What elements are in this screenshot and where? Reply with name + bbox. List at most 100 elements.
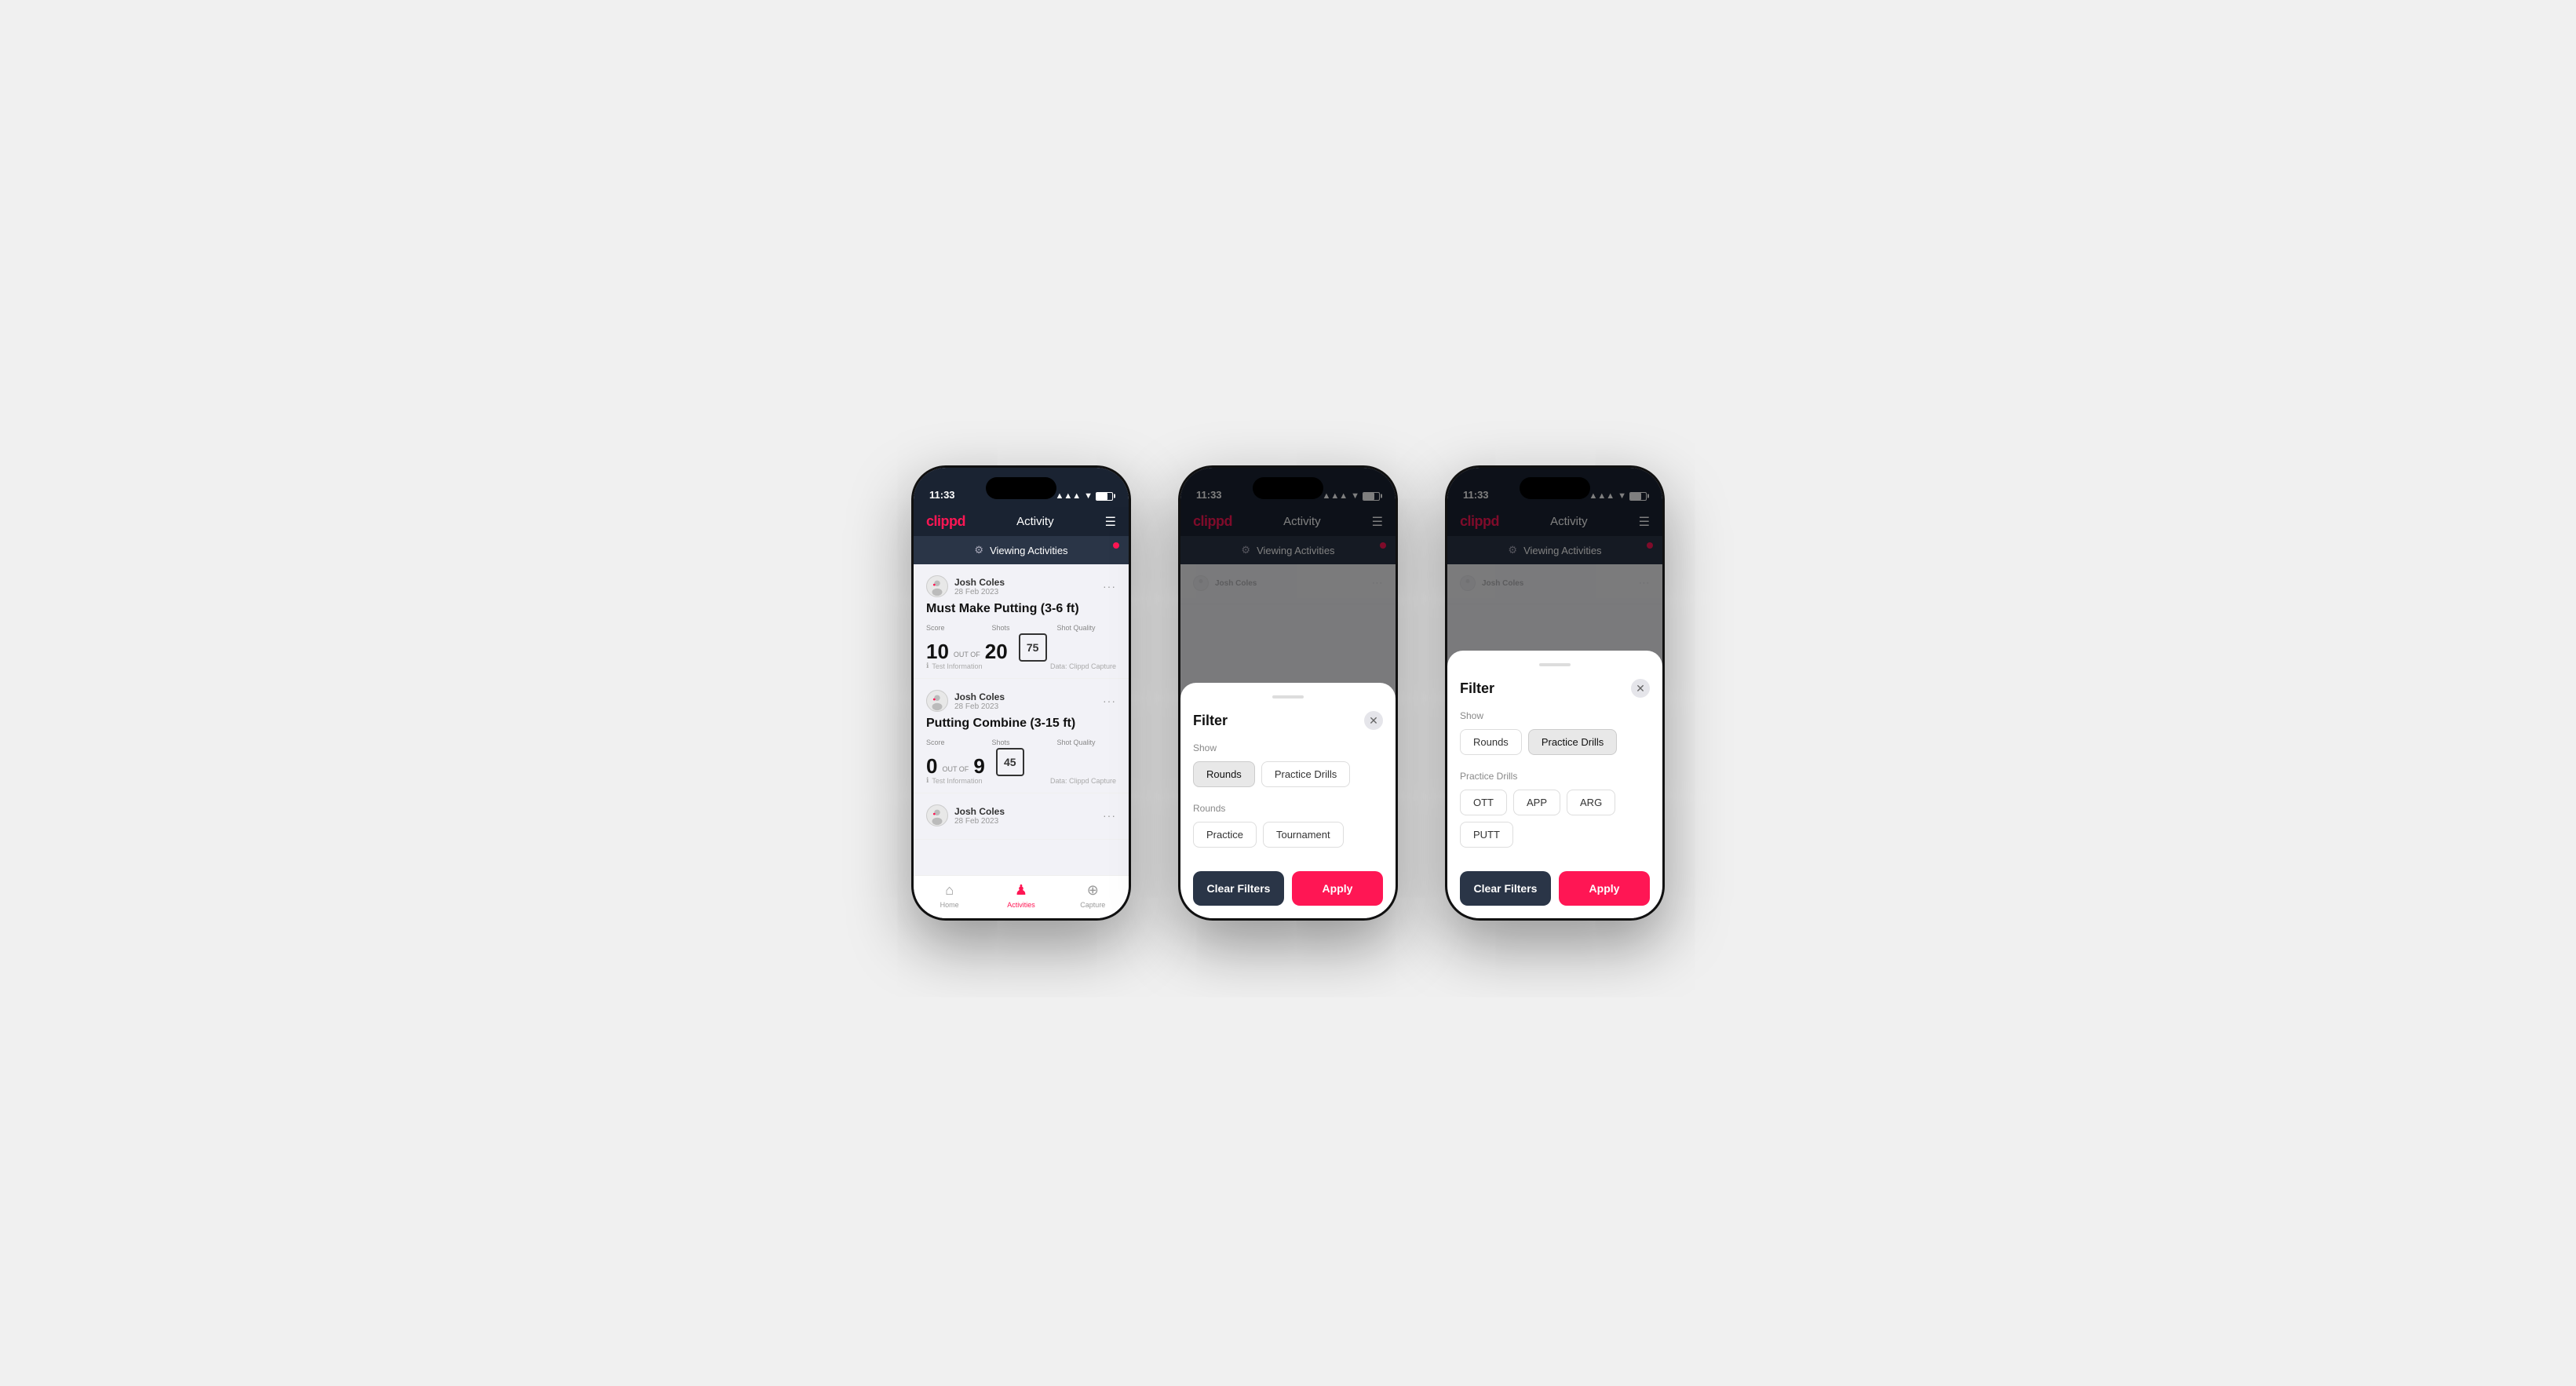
clear-btn-3[interactable]: Clear Filters xyxy=(1460,871,1551,906)
stat-labels-1: Score Shots Shot Quality xyxy=(926,624,1116,632)
activity-title-1: Must Make Putting (3-6 ft) xyxy=(926,602,1116,616)
practice-section-3: Practice Drills OTT APP ARG PUTT xyxy=(1460,771,1650,848)
more-dots-1[interactable]: ··· xyxy=(1103,580,1116,593)
rounds-buttons-2: Practice Tournament xyxy=(1193,822,1383,848)
show-label-3: Show xyxy=(1460,710,1650,721)
filter-actions-3: Clear Filters Apply xyxy=(1460,871,1650,906)
phones-container: 11:33 ▲▲▲ ▼ clippd Activity ☰ xyxy=(911,465,1665,921)
dynamic-island-2 xyxy=(1253,477,1323,499)
screen-2: 11:33 ▲▲▲ ▼ clippd Activity ☰ ⚙ Vi xyxy=(1180,468,1396,918)
show-buttons-3: Rounds Practice Drills xyxy=(1460,729,1650,755)
activity-header-2: Josh Coles 28 Feb 2023 ··· xyxy=(926,690,1116,712)
user-date-3: 28 Feb 2023 xyxy=(954,817,1005,826)
avatar-2 xyxy=(926,690,948,712)
score-label-1: Score xyxy=(926,624,945,632)
more-dots-2[interactable]: ··· xyxy=(1103,695,1116,707)
wifi-icon-1: ▼ xyxy=(1084,491,1093,501)
clear-btn-2[interactable]: Clear Filters xyxy=(1193,871,1284,906)
sq-label-2: Shot Quality xyxy=(1057,739,1096,746)
shots-value-1: 20 xyxy=(985,641,1008,662)
activity-footer-1: ℹ Test Information Data: Clippd Capture xyxy=(926,662,1116,670)
sq-value-2: 45 xyxy=(1004,756,1016,768)
screen-1: 11:33 ▲▲▲ ▼ clippd Activity ☰ xyxy=(914,468,1129,918)
screen-content-2: clippd Activity ☰ ⚙ Viewing Activities xyxy=(1180,507,1396,918)
rounds-btn-3[interactable]: Rounds xyxy=(1460,729,1522,755)
viewing-bar-text-1: Viewing Activities xyxy=(990,545,1067,556)
activity-header-1: Josh Coles 28 Feb 2023 ··· xyxy=(926,575,1116,597)
activity-item-2: Josh Coles 28 Feb 2023 ··· Putting Combi… xyxy=(914,679,1129,793)
apply-btn-2[interactable]: Apply xyxy=(1292,871,1383,906)
filter-title-3: Filter xyxy=(1460,680,1494,697)
avatar-3 xyxy=(926,804,948,826)
hamburger-icon-1[interactable]: ☰ xyxy=(1105,514,1116,530)
arg-btn-3[interactable]: ARG xyxy=(1567,790,1615,815)
phone-3: 11:33 ▲▲▲ ▼ clippd Activity ☰ ⚙ Vi xyxy=(1445,465,1665,921)
rounds-section-2: Rounds Practice Tournament xyxy=(1193,803,1383,848)
stats-values-2: 0 OUT OF 9 45 xyxy=(926,748,1116,776)
dynamic-island-1 xyxy=(986,477,1056,499)
practice-buttons-3: OTT APP ARG PUTT xyxy=(1460,790,1650,848)
sq-value-1: 75 xyxy=(1027,641,1039,654)
user-date-2: 28 Feb 2023 xyxy=(954,702,1005,711)
drag-handle-2 xyxy=(1272,695,1304,698)
phone-2: 11:33 ▲▲▲ ▼ clippd Activity ☰ ⚙ Vi xyxy=(1178,465,1398,921)
filter-actions-2: Clear Filters Apply xyxy=(1193,871,1383,906)
sq-badge-2: 45 xyxy=(996,748,1024,776)
shots-value-2: 9 xyxy=(973,756,984,776)
user-date-1: 28 Feb 2023 xyxy=(954,588,1005,596)
app-header-1: clippd Activity ☰ xyxy=(914,507,1129,536)
apply-btn-3[interactable]: Apply xyxy=(1559,871,1650,906)
home-label-1: Home xyxy=(940,901,959,909)
sq-badge-1: 75 xyxy=(1019,633,1047,662)
shots-label-2: Shots xyxy=(992,739,1010,746)
signal-icon-1: ▲▲▲ xyxy=(1055,491,1081,501)
app-btn-3[interactable]: APP xyxy=(1513,790,1560,815)
out-of-2: OUT OF xyxy=(942,765,969,773)
filter-header-2: Filter ✕ xyxy=(1193,711,1383,730)
activity-footer-2: ℹ Test Information Data: Clippd Capture xyxy=(926,776,1116,785)
header-title-1: Activity xyxy=(1016,515,1054,528)
putt-btn-3[interactable]: PUTT xyxy=(1460,822,1513,848)
show-section-2: Show Rounds Practice Drills xyxy=(1193,742,1383,787)
status-icons-1: ▲▲▲ ▼ xyxy=(1055,491,1113,501)
capture-label-1: Capture xyxy=(1080,901,1105,909)
user-name-1: Josh Coles xyxy=(954,577,1005,588)
filter-modal-2: Filter ✕ Show Rounds Practice Drills Rou… xyxy=(1180,683,1396,918)
activity-item-1: Josh Coles 28 Feb 2023 ··· Must Make Put… xyxy=(914,564,1129,679)
screen-content-3: clippd Activity ☰ ⚙ Viewing Activities xyxy=(1447,507,1662,918)
drag-handle-3 xyxy=(1539,663,1571,666)
tab-bar-1: ⌂ Home ♟ Activities ⊕ Capture xyxy=(914,875,1129,918)
user-name-2: Josh Coles xyxy=(954,691,1005,702)
avatar-1 xyxy=(926,575,948,597)
practice-btn-2[interactable]: Practice xyxy=(1193,822,1257,848)
battery-icon-1 xyxy=(1096,492,1113,501)
filter-icon-1: ⚙ xyxy=(974,544,983,556)
viewing-bar-1[interactable]: ⚙ Viewing Activities xyxy=(914,536,1129,564)
data-source-1: Data: Clippd Capture xyxy=(1050,662,1116,670)
filter-modal-3: Filter ✕ Show Rounds Practice Drills Pra… xyxy=(1447,651,1662,918)
stat-labels-2: Score Shots Shot Quality xyxy=(926,739,1116,746)
ott-btn-3[interactable]: OTT xyxy=(1460,790,1507,815)
tab-home-1[interactable]: ⌂ Home xyxy=(914,882,985,909)
activity-list-1: Josh Coles 28 Feb 2023 ··· Must Make Put… xyxy=(914,564,1129,875)
practice-drills-btn-2[interactable]: Practice Drills xyxy=(1261,761,1350,787)
activities-label-1: Activities xyxy=(1007,901,1035,909)
tournament-btn-2[interactable]: Tournament xyxy=(1263,822,1344,848)
close-btn-3[interactable]: ✕ xyxy=(1631,679,1650,698)
more-dots-3[interactable]: ··· xyxy=(1103,809,1116,822)
out-of-1: OUT OF xyxy=(954,651,980,658)
score-value-1: 10 xyxy=(926,641,949,662)
rounds-btn-2[interactable]: Rounds xyxy=(1193,761,1255,787)
tab-activities-1[interactable]: ♟ Activities xyxy=(985,882,1056,909)
show-buttons-2: Rounds Practice Drills xyxy=(1193,761,1383,787)
dynamic-island-3 xyxy=(1520,477,1590,499)
test-info-1: ℹ Test Information xyxy=(926,662,982,670)
tab-capture-1[interactable]: ⊕ Capture xyxy=(1057,882,1129,909)
close-btn-2[interactable]: ✕ xyxy=(1364,711,1383,730)
activities-icon-1: ♟ xyxy=(1015,882,1027,899)
logo-1: clippd xyxy=(926,513,965,530)
filter-header-3: Filter ✕ xyxy=(1460,679,1650,698)
practice-drills-btn-3[interactable]: Practice Drills xyxy=(1528,729,1617,755)
stats-values-1: 10 OUT OF 20 75 xyxy=(926,633,1116,662)
practice-section-label-3: Practice Drills xyxy=(1460,771,1650,782)
